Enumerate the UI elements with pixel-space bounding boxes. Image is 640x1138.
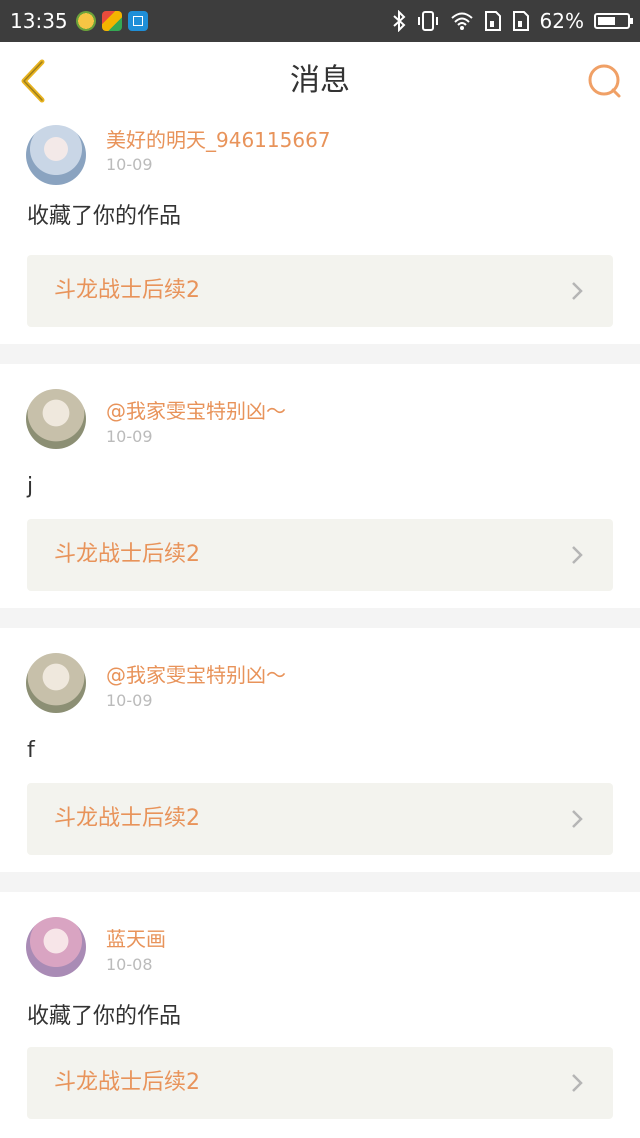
message-date: 10-09 bbox=[106, 691, 153, 710]
chevron-right-icon bbox=[572, 546, 583, 564]
chevron-right-icon bbox=[572, 810, 583, 828]
message-date: 10-09 bbox=[106, 155, 153, 174]
message-card: 美好的明天_946115667 10-09 收藏了你的作品 斗龙战士后续2 bbox=[0, 112, 640, 344]
page-title: 消息 bbox=[290, 63, 350, 98]
message-text: j bbox=[27, 474, 34, 499]
avatar[interactable] bbox=[26, 125, 86, 185]
battery-percent: 62% bbox=[539, 9, 584, 33]
message-card: @我家雯宝特别凶～ 10-09 f 斗龙战士后续2 bbox=[0, 628, 640, 872]
avatar[interactable] bbox=[26, 653, 86, 713]
username[interactable]: 蓝天画 bbox=[106, 923, 166, 952]
username[interactable]: @我家雯宝特别凶～ bbox=[106, 395, 286, 424]
work-title: 斗龙战士后续2 bbox=[54, 278, 200, 303]
username[interactable]: @我家雯宝特别凶～ bbox=[106, 659, 286, 688]
message-text: f bbox=[27, 738, 35, 763]
battery-icon bbox=[594, 13, 633, 29]
message-date: 10-09 bbox=[106, 427, 153, 446]
message-card: 蓝天画 10-08 收藏了你的作品 斗龙战士后续2 bbox=[0, 892, 640, 1138]
avatar[interactable] bbox=[26, 389, 86, 449]
avatar[interactable] bbox=[26, 917, 86, 977]
work-title: 斗龙战士后续2 bbox=[54, 1070, 200, 1095]
game-app-icon bbox=[75, 11, 96, 31]
sim2-icon bbox=[512, 10, 530, 32]
header-bar: 消息 bbox=[0, 42, 640, 120]
work-title: 斗龙战士后续2 bbox=[54, 542, 200, 567]
status-right-group: 62% bbox=[392, 9, 633, 33]
wifi-icon bbox=[450, 11, 474, 31]
work-link[interactable]: 斗龙战士后续2 bbox=[27, 255, 613, 327]
search-icon bbox=[588, 64, 621, 98]
screenshot-icon bbox=[127, 11, 148, 31]
chevron-right-icon bbox=[572, 282, 583, 300]
work-link[interactable]: 斗龙战士后续2 bbox=[27, 519, 613, 591]
work-link[interactable]: 斗龙战士后续2 bbox=[27, 1047, 613, 1119]
battery-level bbox=[598, 17, 616, 25]
message-card: @我家雯宝特别凶～ 10-09 j 斗龙战士后续2 bbox=[0, 364, 640, 608]
work-link[interactable]: 斗龙战士后续2 bbox=[27, 783, 613, 855]
search-button[interactable] bbox=[586, 62, 624, 100]
bluetooth-icon bbox=[392, 10, 406, 32]
sim1-icon bbox=[484, 10, 502, 32]
username[interactable]: 美好的明天_946115667 bbox=[106, 124, 331, 153]
status-time: 13:35 bbox=[10, 9, 68, 33]
vibrate-icon bbox=[416, 10, 440, 32]
app-store-icon bbox=[101, 11, 122, 31]
message-text: 收藏了你的作品 bbox=[27, 204, 182, 229]
message-text: 收藏了你的作品 bbox=[27, 1004, 182, 1029]
work-title: 斗龙战士后续2 bbox=[54, 806, 200, 831]
status-bar: 13:35 62% bbox=[0, 0, 640, 42]
message-date: 10-08 bbox=[106, 955, 153, 974]
chevron-right-icon bbox=[572, 1074, 583, 1092]
